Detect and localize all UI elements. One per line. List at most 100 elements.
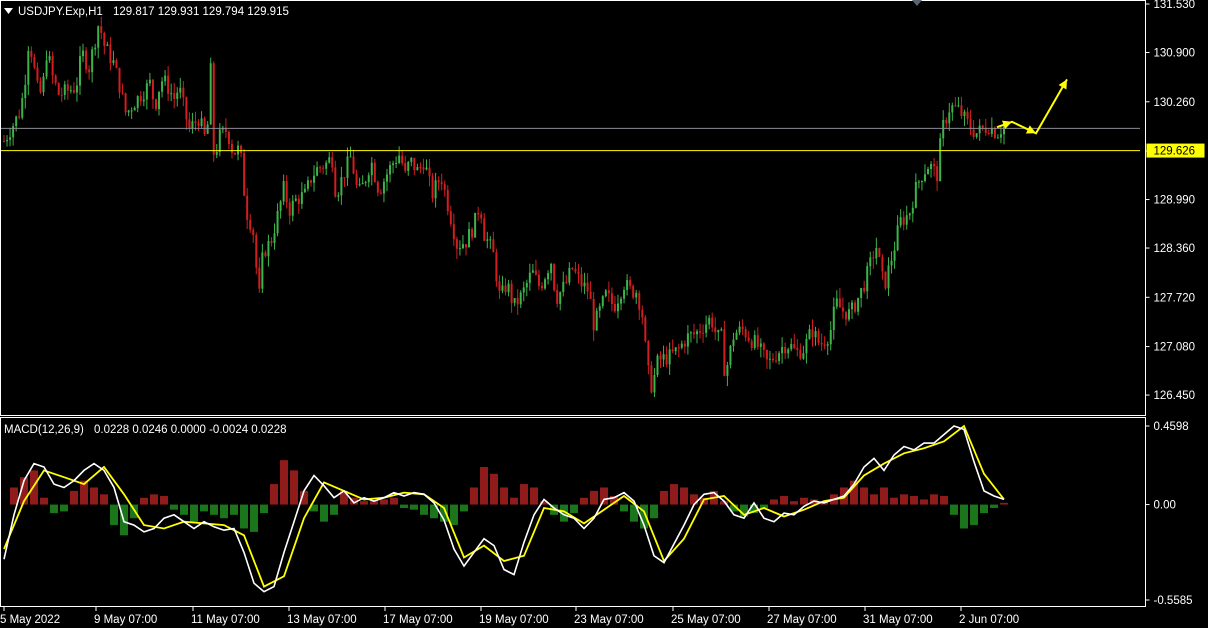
candle-body — [218, 129, 221, 153]
macd-histogram-bar — [930, 494, 938, 505]
candle-body — [452, 224, 455, 240]
macd-histogram-bar — [180, 504, 188, 515]
macd-histogram-bar — [580, 497, 588, 505]
macd-histogram-bar — [250, 504, 258, 532]
candle-body — [920, 181, 923, 183]
macd-histogram-bar — [980, 504, 988, 514]
candle-body — [209, 63, 212, 125]
macd-histogram-bar — [860, 487, 868, 505]
candle-body — [799, 349, 802, 359]
candle-body — [200, 118, 203, 127]
candle-body — [249, 219, 252, 230]
time-tick-label: 5 May 2022 — [0, 614, 60, 626]
candle-body — [118, 67, 121, 93]
candle-body — [395, 163, 398, 165]
candle-body — [738, 326, 741, 333]
candle-body — [844, 311, 847, 320]
bid-price-tag: 129.915 — [1154, 123, 1196, 135]
candle-body — [325, 162, 328, 169]
candle-body — [109, 44, 112, 63]
macd-histogram-bar — [490, 473, 498, 505]
time-tick-label: 17 May 07:00 — [383, 614, 453, 626]
candle-body — [9, 137, 12, 140]
candle-body — [708, 317, 711, 325]
candle-body — [285, 181, 288, 203]
macd-histogram-bar — [780, 496, 788, 505]
macd-histogram-bar — [30, 470, 38, 505]
candle-body — [261, 252, 264, 289]
candle-body — [857, 297, 860, 312]
candle-body — [662, 354, 665, 360]
candle-body — [696, 331, 699, 335]
candle-body — [179, 87, 182, 93]
candle-body — [598, 306, 601, 311]
candle-body — [577, 271, 580, 275]
candle-body — [851, 302, 854, 310]
candle-body — [999, 134, 1002, 138]
candle-body — [106, 44, 109, 46]
candle-body — [735, 332, 738, 340]
macd-histogram-bar — [870, 494, 878, 505]
macd-tick-label: 0.4598 — [1154, 421, 1189, 433]
macd-histogram-bar — [950, 504, 958, 515]
candle-body — [498, 281, 501, 291]
candle-body — [309, 180, 312, 183]
macd-histogram-bar — [1000, 502, 1008, 505]
candle-body — [145, 83, 148, 100]
candle-body — [580, 274, 583, 287]
price-tick-label: 127.720 — [1154, 292, 1196, 304]
candle-body — [419, 167, 422, 169]
candle-body — [294, 198, 297, 201]
macd-histogram-bar — [890, 497, 898, 505]
candle-body — [604, 290, 607, 297]
candle-body — [136, 96, 139, 108]
candle-body — [382, 181, 385, 194]
candle-body — [203, 118, 206, 134]
candle-body — [699, 331, 702, 333]
candle-body — [623, 289, 626, 299]
time-tick-label: 2 Jun 07:00 — [959, 614, 1019, 626]
time-tick-label: 25 May 07:00 — [671, 614, 741, 626]
candle-body — [829, 330, 832, 345]
candle-body — [559, 292, 562, 304]
time-tick-label: 31 May 07:00 — [863, 614, 933, 626]
candle-body — [443, 184, 446, 190]
candle-body — [978, 125, 981, 134]
candle-body — [878, 247, 881, 257]
candle-body — [486, 239, 489, 241]
candle-body — [410, 157, 413, 163]
macd-histogram-bar — [910, 496, 918, 505]
macd-histogram-bar — [480, 466, 488, 505]
candle-body — [510, 283, 513, 303]
trading-chart[interactable]: 131.530130.900130.260129.620128.990128.3… — [0, 0, 1208, 628]
candle-body — [194, 121, 197, 123]
candle-body — [756, 335, 759, 347]
macd-histogram-bar — [790, 501, 798, 505]
candle-body — [349, 156, 352, 158]
candle-body — [881, 256, 884, 272]
candle-body — [60, 94, 63, 96]
candle-body — [586, 282, 589, 292]
candle-body — [303, 188, 306, 193]
candle-body — [124, 93, 127, 113]
candle-body — [121, 92, 124, 94]
price-tick-label: 127.080 — [1154, 342, 1196, 354]
candle-body — [112, 60, 115, 63]
macd-histogram-bar — [190, 504, 198, 522]
candle-body — [270, 241, 273, 244]
candle-body — [3, 141, 5, 143]
candle-body — [659, 355, 662, 360]
candle-body — [39, 80, 42, 93]
candle-body — [680, 343, 683, 348]
candle-body — [601, 296, 604, 307]
candle-body — [911, 207, 914, 214]
candle-body — [653, 374, 656, 393]
candle-body — [373, 162, 376, 182]
candle-body — [42, 76, 45, 93]
candle-body — [139, 96, 142, 102]
candle-body — [562, 281, 565, 293]
candle-body — [544, 279, 547, 289]
candle-body — [957, 105, 960, 107]
candle-body — [416, 167, 419, 171]
macd-histogram-bar — [460, 504, 468, 512]
